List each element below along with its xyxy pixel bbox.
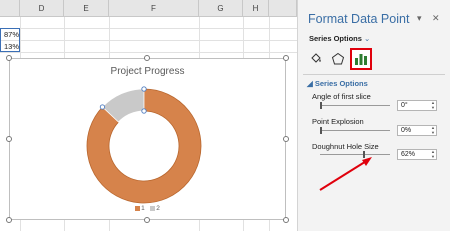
annotation-arrow [319,157,372,191]
arrow-head-icon [362,157,372,166]
